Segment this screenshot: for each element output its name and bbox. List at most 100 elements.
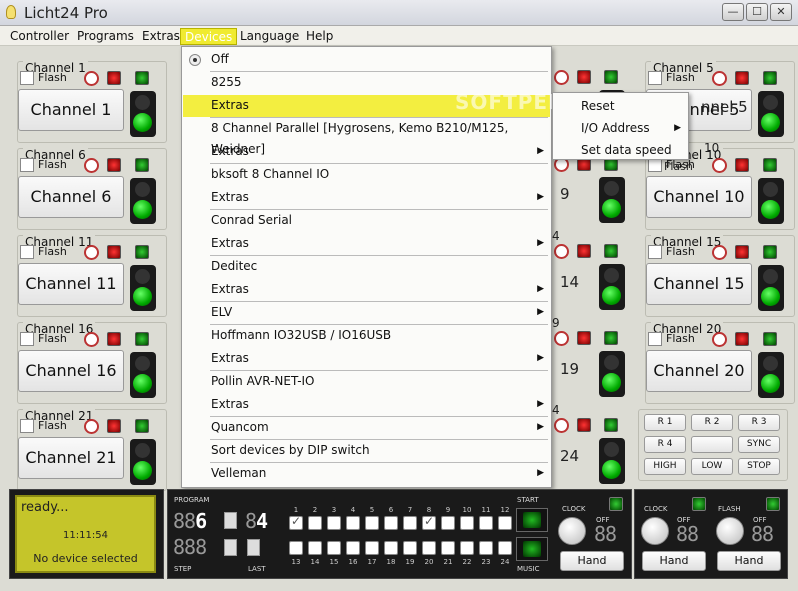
on-indicator-icon[interactable] [135,332,149,346]
menu-programs[interactable]: Programs [73,28,138,45]
channel-toggle-button[interactable]: Channel 21 [18,437,124,479]
step-checkbox[interactable] [403,541,417,555]
timer-icon[interactable] [84,419,99,434]
step-checkbox[interactable] [327,541,341,555]
hand-button-3[interactable]: Hand [717,551,781,571]
control-button[interactable]: R 2 [691,414,733,431]
devices-menu-item[interactable]: Velleman ▶ [183,463,550,485]
step-checkbox[interactable] [346,516,360,530]
timer-icon[interactable] [554,70,569,85]
devices-menu-item[interactable]: Pollin AVR-NET-IO [183,371,550,393]
control-button[interactable]: R 3 [738,414,780,431]
off-indicator-icon[interactable] [107,71,121,85]
step-stepper[interactable] [224,539,237,556]
program-stepper[interactable] [224,512,237,529]
timer-icon[interactable] [84,71,99,86]
timer-icon[interactable] [712,71,727,86]
step-checkbox[interactable] [441,541,455,555]
step-checkbox[interactable] [498,516,512,530]
hand-button-2[interactable]: Hand [642,551,706,571]
step-checkbox[interactable] [289,541,303,555]
music-led[interactable] [516,537,548,561]
off-indicator-icon[interactable] [107,245,121,259]
timer-icon[interactable] [712,245,727,260]
timer-icon[interactable] [554,331,569,346]
devices-menu-item[interactable]: bksoft 8 Channel IO [183,164,550,186]
off-indicator-icon[interactable] [577,331,591,345]
devices-menu-item[interactable]: Quancom ▶ [183,417,550,439]
devices-menu-item[interactable]: Conrad Serial [183,210,550,232]
timer-icon[interactable] [554,418,569,433]
devices-menu-item[interactable]: Extras ▶ [183,394,550,416]
off-indicator-icon[interactable] [735,245,749,259]
flash-checkbox[interactable] [648,332,662,346]
channel-toggle-button[interactable]: Channel 15 [646,263,752,305]
on-indicator-icon[interactable] [763,71,777,85]
hand-button-1[interactable]: Hand [560,551,624,571]
maximize-button[interactable]: ☐ [746,3,768,21]
on-indicator-icon[interactable] [763,332,777,346]
control-button[interactable]: R 4 [644,436,686,453]
timer-icon[interactable] [84,332,99,347]
step-checkbox[interactable] [460,516,474,530]
channel-toggle-button[interactable]: Channel 1 [18,89,124,131]
flash-checkbox[interactable] [648,71,662,85]
off-indicator-icon[interactable] [107,419,121,433]
devices-menu-item[interactable]: Extras ▶ [183,141,550,163]
on-indicator-icon[interactable] [135,158,149,172]
devices-menu-item[interactable]: Extras ▶ [183,187,550,209]
channel-toggle-button[interactable]: Channel 6 [18,176,124,218]
control-button[interactable] [691,436,733,453]
off-indicator-icon[interactable] [107,332,121,346]
timer-icon[interactable] [712,158,727,173]
step-checkbox[interactable] [384,541,398,555]
devices-menu-item[interactable]: Off [183,49,550,71]
step-checkbox[interactable] [308,516,322,530]
clock-knob[interactable] [558,517,586,545]
submenu-io-address[interactable]: I/O Address ▶ [554,117,687,139]
menu-devices[interactable]: Devices [180,28,238,45]
flash-checkbox[interactable] [20,158,34,172]
channel-toggle-button[interactable]: Channel 16 [18,350,124,392]
clock-knob-2[interactable] [641,517,669,545]
flash-knob[interactable] [716,517,744,545]
control-button[interactable]: LOW [691,458,733,475]
step-checkbox[interactable] [346,541,360,555]
off-indicator-icon[interactable] [577,418,591,432]
timer-icon[interactable] [554,244,569,259]
step-checkbox[interactable] [441,516,455,530]
on-indicator-icon[interactable] [135,419,149,433]
off-indicator-icon[interactable] [735,158,749,172]
menu-extras[interactable]: Extras [138,28,184,45]
close-button[interactable]: ✕ [770,3,792,21]
control-button[interactable]: SYNC [738,436,780,453]
devices-menu-item[interactable]: ELV ▶ [183,302,550,324]
step-checkbox[interactable] [422,541,436,555]
devices-menu-item[interactable]: Extras ▶ [183,279,550,301]
devices-menu-item[interactable]: Sort devices by DIP switch [183,440,550,462]
control-button[interactable]: HIGH [644,458,686,475]
devices-menu-item[interactable]: Deditec [183,256,550,278]
step-checkbox[interactable] [460,541,474,555]
off-indicator-icon[interactable] [577,244,591,258]
devices-menu-item[interactable]: Extras ▶ [183,348,550,370]
timer-icon[interactable] [84,245,99,260]
step-checkbox[interactable] [308,541,322,555]
step-checkbox[interactable] [479,516,493,530]
menu-controller[interactable]: Controller [6,28,73,45]
step-checkbox[interactable] [289,514,303,530]
channel-toggle-button[interactable]: Channel 20 [646,350,752,392]
control-button[interactable]: STOP [738,458,780,475]
off-indicator-icon[interactable] [735,332,749,346]
submenu-set-data-speed[interactable]: Set data speed [554,139,687,161]
timer-icon[interactable] [712,332,727,347]
step-checkbox[interactable] [498,541,512,555]
on-indicator-icon[interactable] [135,71,149,85]
last-stepper[interactable] [247,539,260,556]
devices-menu-item[interactable]: Hoffmann IO32USB / IO16USB [183,325,550,347]
minimize-button[interactable]: — [722,3,744,21]
devices-menu-item[interactable]: 8 Channel Parallel [Hygrosens, Kemo B210… [183,118,550,156]
flash-checkbox[interactable] [648,245,662,259]
submenu-reset[interactable]: Reset [554,95,687,117]
channel-toggle-button[interactable]: Channel 10 [646,176,752,218]
